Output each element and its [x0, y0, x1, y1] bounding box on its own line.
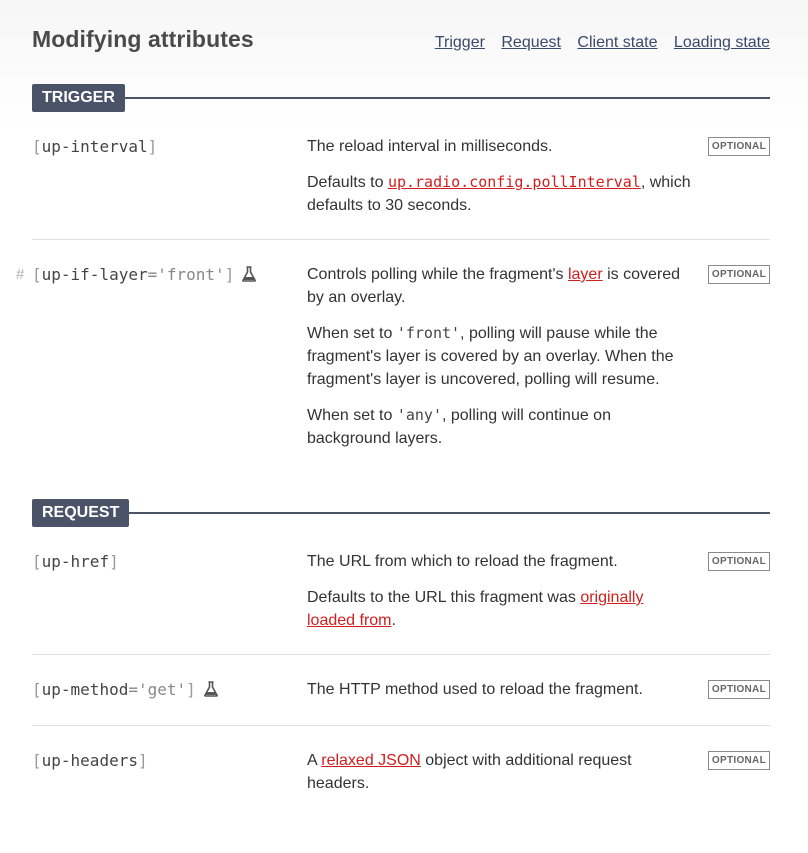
- attribute-up-if-layer: # [up-if-layer='front'] Controls polling…: [16, 240, 770, 472]
- attribute-name-text: up-method: [41, 680, 129, 699]
- optional-badge: OPTIONAL: [707, 680, 770, 699]
- poll-interval-link[interactable]: up.radio.config.pollInterval: [387, 173, 641, 191]
- attribute-name: [up-href]: [32, 550, 307, 632]
- bracket-open: [: [32, 552, 42, 571]
- inline-code: 'front': [396, 324, 461, 342]
- optional-badge: OPTIONAL: [707, 137, 770, 156]
- nav-link-client-state[interactable]: Client state: [577, 34, 657, 51]
- attribute-name: [up-method='get']: [32, 678, 307, 703]
- description-paragraph: A relaxed JSON object with additional re…: [307, 749, 694, 795]
- description-text: When set to: [307, 325, 397, 342]
- description-text: The reload interval in milliseconds.: [307, 138, 553, 155]
- bracket-close: ]: [147, 137, 158, 156]
- section-label: REQUEST: [32, 499, 130, 527]
- bracket-close: ]: [186, 680, 196, 699]
- description-text: The HTTP method used to reload the fragm…: [307, 681, 643, 698]
- attribute-description: The reload interval in milliseconds. Def…: [307, 135, 708, 217]
- attribute-name: # [up-if-layer='front']: [16, 263, 307, 450]
- section-nav: Trigger Request Client state Loading sta…: [423, 34, 770, 52]
- description-paragraph: The reload interval in milliseconds.: [307, 135, 694, 158]
- bracket-close: ]: [224, 265, 235, 284]
- description-text: Controls polling while the fragment's: [307, 266, 568, 283]
- nav-link-request[interactable]: Request: [501, 34, 561, 51]
- attribute-name: [up-headers]: [32, 749, 307, 795]
- description-paragraph: When set to 'front', polling will pause …: [307, 322, 694, 391]
- section-divider: [129, 512, 770, 514]
- optional-badge: OPTIONAL: [707, 265, 770, 284]
- section-heading-trigger: TRIGGER: [32, 84, 770, 112]
- attribute-name: [up-interval]: [32, 135, 307, 217]
- flask-icon: [203, 680, 218, 703]
- attribute-up-method: [up-method='get'] The HTTP method used t…: [32, 655, 770, 726]
- attribute-value: 'get': [137, 680, 187, 699]
- description-text: When set to: [307, 407, 397, 424]
- optional-badge: OPTIONAL: [707, 751, 770, 770]
- flask-icon: [242, 265, 257, 288]
- attribute-description: A relaxed JSON object with additional re…: [307, 749, 708, 795]
- inline-code: 'any': [396, 406, 442, 424]
- attribute-name-text: up-href: [41, 552, 110, 571]
- page-title: Modifying attributes: [32, 26, 254, 52]
- section-label: TRIGGER: [32, 84, 125, 112]
- relaxed-json-link[interactable]: relaxed JSON: [321, 752, 421, 769]
- attribute-description: The HTTP method used to reload the fragm…: [307, 678, 708, 703]
- equals-sign: =: [128, 680, 138, 699]
- description-paragraph: Defaults to up.radio.config.pollInterval…: [307, 171, 694, 217]
- description-text: A: [307, 752, 322, 769]
- section-heading-request: REQUEST: [32, 499, 770, 527]
- equals-sign: =: [147, 265, 158, 284]
- attribute-name-text: up-headers: [41, 751, 138, 770]
- attribute-description: The URL from which to reload the fragmen…: [307, 550, 708, 632]
- anchor-link[interactable]: #: [16, 263, 24, 286]
- attribute-up-interval: [up-interval] The reload interval in mil…: [32, 112, 770, 240]
- description-text: Defaults to the URL this fragment was: [307, 589, 581, 606]
- description-text: .: [391, 612, 396, 629]
- bracket-close: ]: [137, 751, 148, 770]
- layer-link[interactable]: layer: [568, 266, 603, 283]
- description-paragraph: Defaults to the URL this fragment was or…: [307, 586, 694, 632]
- bracket-open: [: [32, 680, 42, 699]
- section-divider: [124, 97, 770, 99]
- description-paragraph: The URL from which to reload the fragmen…: [307, 550, 694, 573]
- description-paragraph: The HTTP method used to reload the fragm…: [307, 678, 694, 701]
- attribute-up-headers: [up-headers] A relaxed JSON object with …: [32, 726, 770, 817]
- description-text: The URL from which to reload the fragmen…: [307, 553, 618, 570]
- attribute-value: 'front': [157, 265, 225, 284]
- bracket-close: ]: [109, 552, 119, 571]
- nav-link-loading-state[interactable]: Loading state: [674, 34, 770, 51]
- attribute-description: Controls polling while the fragment's la…: [307, 263, 708, 450]
- bracket-open: [: [32, 137, 42, 156]
- bracket-open: [: [32, 265, 42, 284]
- attribute-name-text: up-if-layer: [41, 265, 148, 284]
- optional-badge: OPTIONAL: [707, 552, 770, 571]
- attribute-up-href: [up-href] The URL from which to reload t…: [32, 527, 770, 655]
- link-code: up.radio.config.pollInterval: [387, 173, 641, 191]
- description-text: Defaults to: [307, 174, 388, 191]
- description-paragraph: When set to 'any', polling will continue…: [307, 404, 694, 450]
- bracket-open: [: [32, 751, 42, 770]
- page: Modifying attributes Trigger Request Cli…: [0, 0, 808, 853]
- description-paragraph: Controls polling while the fragment's la…: [307, 263, 694, 309]
- page-header: Modifying attributes Trigger Request Cli…: [32, 0, 770, 56]
- nav-link-trigger[interactable]: Trigger: [435, 34, 485, 51]
- attribute-name-text: up-interval: [41, 137, 148, 156]
